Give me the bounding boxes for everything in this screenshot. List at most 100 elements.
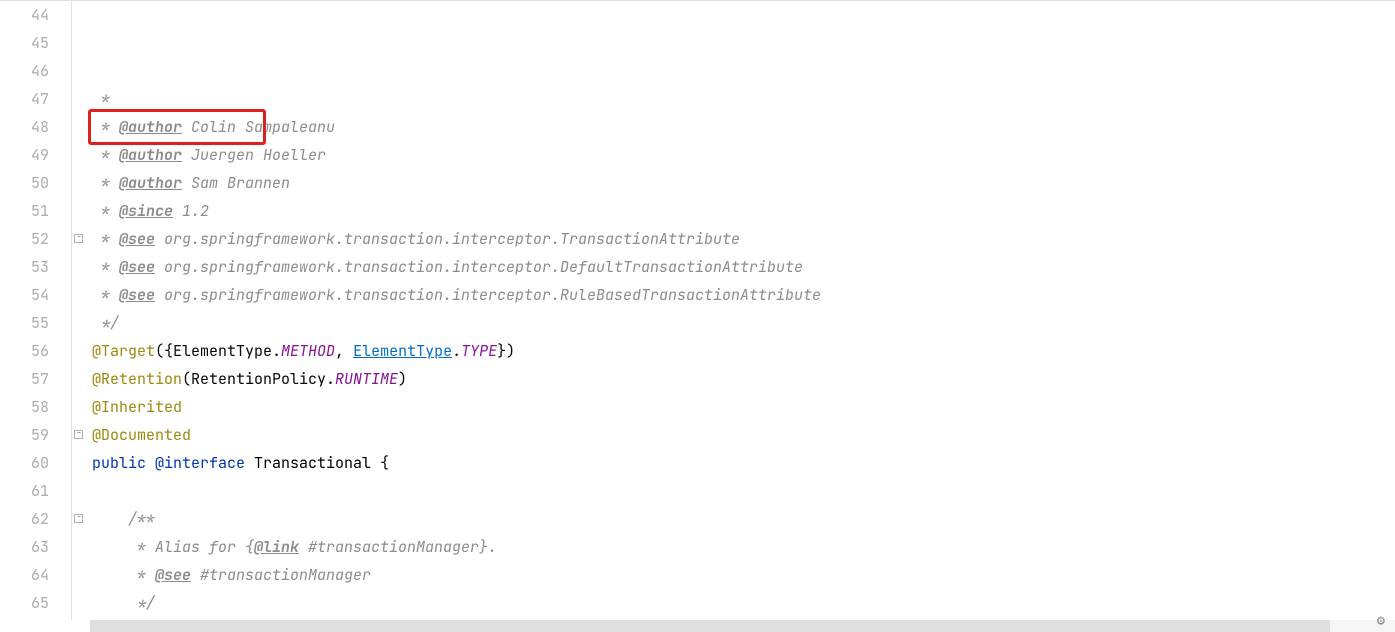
gear-icon[interactable]: ⚙	[1377, 612, 1385, 630]
line-number: 45	[0, 29, 49, 57]
code-line[interactable]: *	[92, 85, 1395, 113]
code-token: /**	[128, 509, 155, 529]
code-token: (RetentionPolicy.	[182, 369, 335, 389]
code-token: ElementType	[353, 341, 452, 361]
code-token: ,	[335, 341, 353, 361]
code-token: @see	[119, 257, 155, 277]
code-editor[interactable]: 4445464748495051525354555657585960616263…	[0, 0, 1395, 620]
code-token: *	[101, 257, 119, 277]
code-token: })	[497, 341, 515, 361]
code-line[interactable]: * @see #transactionManager	[92, 561, 1395, 589]
code-token: org.springframework.transaction.intercep…	[155, 257, 803, 277]
fold-toggle-icon[interactable]	[74, 430, 83, 439]
code-token: *	[101, 229, 119, 249]
code-token: *	[101, 89, 110, 109]
line-number: 53	[0, 253, 49, 281]
horizontal-scrollbar[interactable]	[90, 620, 1395, 632]
code-line[interactable]: * Alias for {@link #transactionManager}.	[92, 533, 1395, 561]
code-token: @link	[254, 537, 299, 557]
code-token: *	[101, 201, 119, 221]
line-number: 50	[0, 169, 49, 197]
code-token: .	[452, 341, 461, 361]
line-number: 48	[0, 113, 49, 141]
code-line[interactable]: /**	[92, 505, 1395, 533]
code-token: )	[398, 369, 407, 389]
code-token: METHOD	[281, 341, 335, 361]
line-number: 59	[0, 421, 49, 449]
code-line[interactable]: @Retention(RetentionPolicy.RUNTIME)	[92, 365, 1395, 393]
code-token: org.springframework.transaction.intercep…	[155, 229, 740, 249]
code-area[interactable]: * * @author Colin Sampaleanu * @author J…	[88, 1, 1395, 620]
code-token: @Target	[92, 341, 155, 361]
code-token: *	[101, 145, 119, 165]
line-number: 52	[0, 225, 49, 253]
line-number: 60	[0, 449, 49, 477]
line-number: 46	[0, 57, 49, 85]
code-token: @see	[155, 565, 191, 585]
code-line[interactable]: * @see org.springframework.transaction.i…	[92, 253, 1395, 281]
code-token: *	[128, 565, 155, 585]
horizontal-scrollbar-thumb[interactable]	[90, 620, 1330, 632]
line-number: 61	[0, 477, 49, 505]
code-token: @since	[119, 201, 173, 221]
code-line[interactable]: * @since 1.2	[92, 197, 1395, 225]
code-token: @Retention	[92, 369, 182, 389]
code-token: * Alias for {	[128, 537, 254, 557]
code-token: */	[128, 593, 155, 613]
code-token: @author	[119, 173, 182, 193]
code-token: @Documented	[92, 425, 191, 445]
fold-toggle-icon[interactable]	[74, 234, 83, 243]
code-token: Transactional	[254, 453, 380, 473]
code-token: Colin Sampaleanu	[182, 117, 335, 137]
code-token: TYPE	[461, 341, 497, 361]
code-line[interactable]: public @interface Transactional {	[92, 449, 1395, 477]
code-token: @author	[119, 145, 182, 165]
line-number: 55	[0, 309, 49, 337]
line-number: 64	[0, 561, 49, 589]
code-token: #transactionManager}.	[299, 537, 497, 557]
line-number: 51	[0, 197, 49, 225]
code-line[interactable]: */	[92, 309, 1395, 337]
code-token: org.springframework.transaction.intercep…	[155, 285, 821, 305]
line-number: 57	[0, 365, 49, 393]
line-number: 58	[0, 393, 49, 421]
line-number: 49	[0, 141, 49, 169]
code-line[interactable]: * @see org.springframework.transaction.i…	[92, 281, 1395, 309]
code-token: */	[101, 313, 119, 333]
code-line[interactable]: @Inherited	[92, 393, 1395, 421]
code-token: 1.2	[173, 201, 209, 221]
line-number: 44	[0, 1, 49, 29]
code-line[interactable]: */	[92, 589, 1395, 617]
code-token: *	[101, 173, 119, 193]
code-token: #transactionManager	[191, 565, 371, 585]
code-token: RUNTIME	[335, 369, 398, 389]
code-token: public	[92, 453, 155, 473]
code-token: @Inherited	[92, 397, 182, 417]
code-line[interactable]: @Documented	[92, 421, 1395, 449]
code-token: @author	[119, 117, 182, 137]
line-number: 62	[0, 505, 49, 533]
code-token: *	[101, 117, 119, 137]
code-line[interactable]: * @author Colin Sampaleanu	[92, 113, 1395, 141]
code-token: ({ElementType.	[155, 341, 281, 361]
code-line[interactable]: @Target({ElementType.METHOD, ElementType…	[92, 337, 1395, 365]
code-token: Sam Brannen	[182, 173, 290, 193]
code-line[interactable]: * @author Juergen Hoeller	[92, 141, 1395, 169]
code-token: @see	[119, 229, 155, 249]
fold-toggle-icon[interactable]	[74, 514, 83, 523]
line-number: 54	[0, 281, 49, 309]
code-token: Juergen Hoeller	[182, 145, 326, 165]
code-token: *	[101, 285, 119, 305]
line-number: 47	[0, 85, 49, 113]
code-line[interactable]: * @see org.springframework.transaction.i…	[92, 225, 1395, 253]
code-line[interactable]	[92, 477, 1395, 505]
code-token: {	[380, 453, 389, 473]
code-token: @see	[119, 285, 155, 305]
code-line[interactable]: * @author Sam Brannen	[92, 169, 1395, 197]
code-token: @interface	[155, 453, 254, 473]
fold-column	[72, 1, 88, 620]
line-number: 65	[0, 589, 49, 617]
line-number-gutter: 4445464748495051525354555657585960616263…	[0, 1, 72, 620]
line-number: 56	[0, 337, 49, 365]
line-number: 63	[0, 533, 49, 561]
